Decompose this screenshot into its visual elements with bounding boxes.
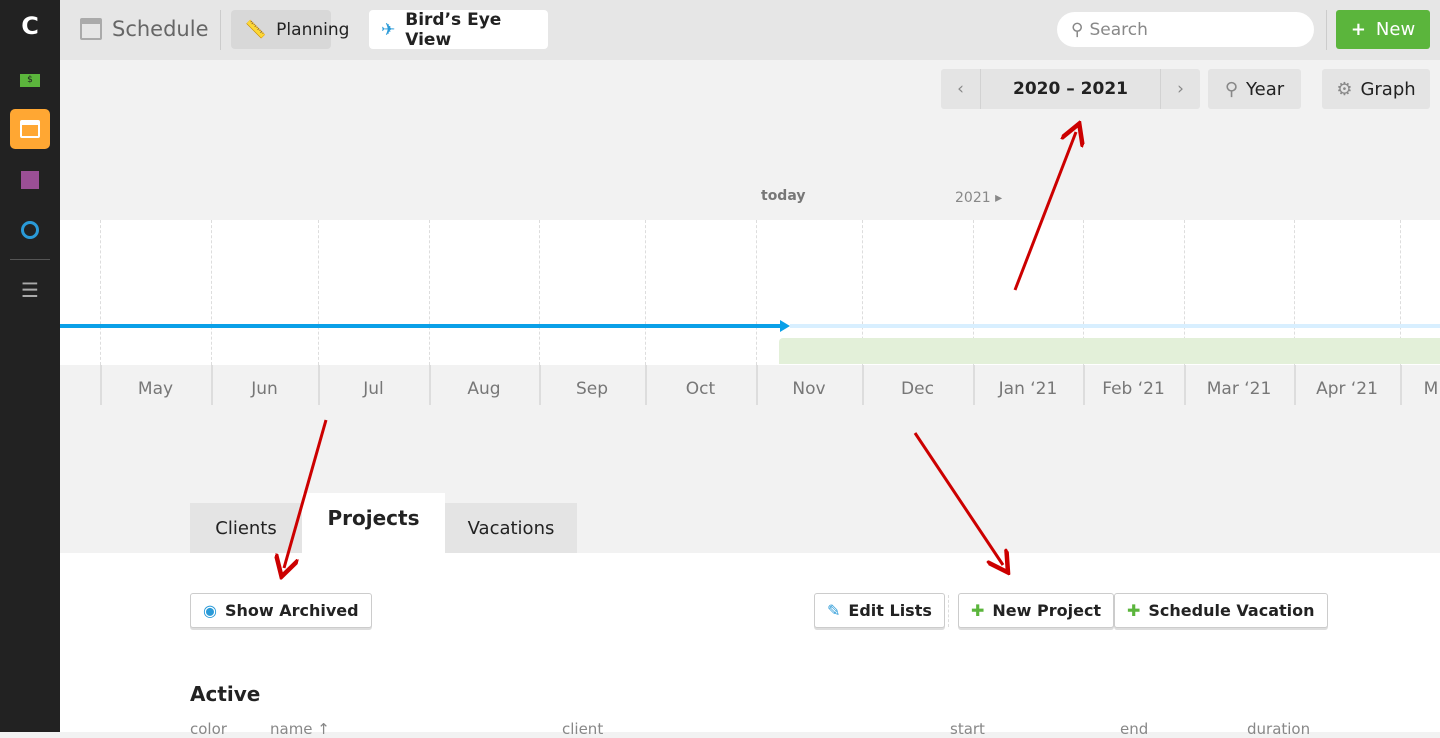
annotation-arrows (0, 0, 1440, 732)
annotation-arrow (913, 432, 1003, 565)
annotation-arrow (1013, 132, 1076, 291)
annotation-arrow (284, 419, 328, 568)
